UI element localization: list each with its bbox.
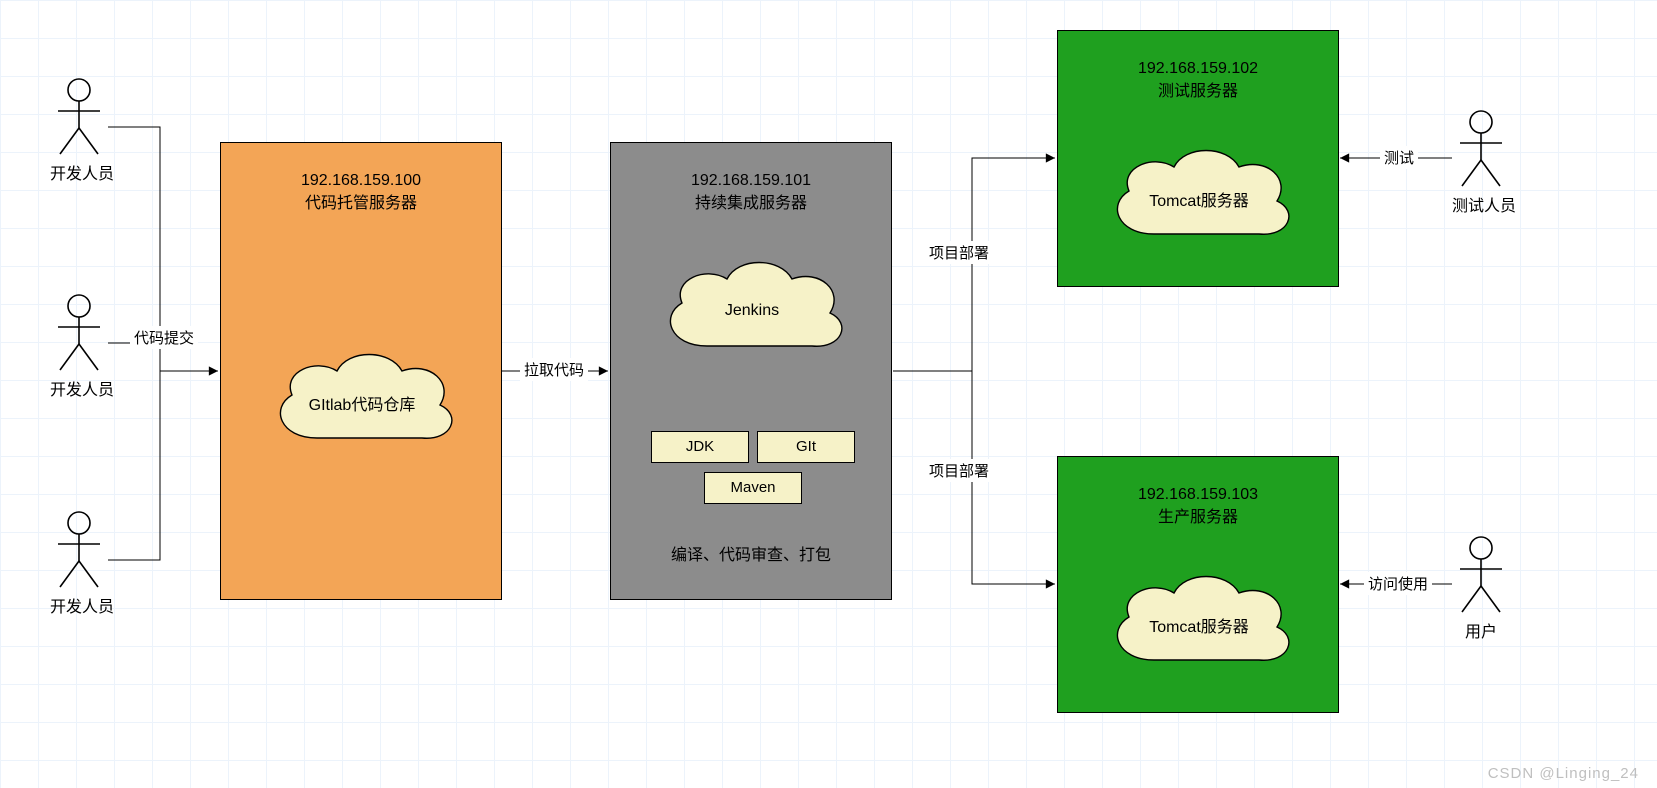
edge-label-use: 访问使用 bbox=[1364, 572, 1432, 595]
server-name: 生产服务器 bbox=[1058, 506, 1338, 529]
actor-label: 开发人员 bbox=[50, 593, 108, 617]
server-ip: 192.168.159.103 bbox=[1058, 483, 1338, 506]
tool-jdk: JDK bbox=[651, 431, 749, 463]
actor-label: 测试人员 bbox=[1452, 192, 1510, 216]
ci-caption: 编译、代码审查、打包 bbox=[611, 541, 891, 565]
edge-label-deploy-prod: 项目部署 bbox=[925, 459, 993, 482]
edge-label-commit: 代码提交 bbox=[130, 326, 198, 349]
actor-developer-3: 开发人员 bbox=[50, 511, 108, 617]
server-ip: 192.168.159.101 bbox=[611, 169, 891, 192]
server-ip: 192.168.159.100 bbox=[221, 169, 501, 192]
cloud-label: Tomcat服务器 bbox=[1149, 603, 1249, 637]
server-code-hosting: 192.168.159.100 代码托管服务器 GItlab代码仓库 bbox=[220, 142, 502, 600]
cloud-tomcat-test: Tomcat服务器 bbox=[1099, 139, 1299, 249]
actor-label: 开发人员 bbox=[50, 160, 108, 184]
server-ci: 192.168.159.101 持续集成服务器 Jenkins JDK GIt … bbox=[610, 142, 892, 600]
tool-git: GIt bbox=[757, 431, 855, 463]
server-name: 测试服务器 bbox=[1058, 80, 1338, 103]
server-test: 192.168.159.102 测试服务器 Tomcat服务器 bbox=[1057, 30, 1339, 287]
edge-label-deploy-test: 项目部署 bbox=[925, 241, 993, 264]
cloud-tomcat-prod: Tomcat服务器 bbox=[1099, 565, 1299, 675]
watermark: CSDN @Linging_24 bbox=[1488, 765, 1639, 782]
server-name: 代码托管服务器 bbox=[221, 192, 501, 215]
cloud-label: Tomcat服务器 bbox=[1149, 177, 1249, 211]
tool-maven: Maven bbox=[704, 472, 802, 504]
cloud-jenkins: Jenkins bbox=[652, 251, 852, 361]
actor-user: 用户 bbox=[1452, 536, 1510, 642]
cloud-label: GItlab代码仓库 bbox=[309, 381, 416, 415]
edge-label-test: 测试 bbox=[1380, 146, 1418, 169]
actor-label: 用户 bbox=[1452, 618, 1510, 642]
actor-developer-1: 开发人员 bbox=[50, 78, 108, 184]
edge-label-pull: 拉取代码 bbox=[520, 358, 588, 381]
server-prod: 192.168.159.103 生产服务器 Tomcat服务器 bbox=[1057, 456, 1339, 713]
actor-label: 开发人员 bbox=[50, 376, 108, 400]
server-ip: 192.168.159.102 bbox=[1058, 57, 1338, 80]
server-name: 持续集成服务器 bbox=[611, 192, 891, 215]
actor-tester: 测试人员 bbox=[1452, 110, 1510, 216]
actor-developer-2: 开发人员 bbox=[50, 294, 108, 400]
cloud-gitlab: GItlab代码仓库 bbox=[262, 343, 462, 453]
cloud-label: Jenkins bbox=[725, 292, 779, 320]
